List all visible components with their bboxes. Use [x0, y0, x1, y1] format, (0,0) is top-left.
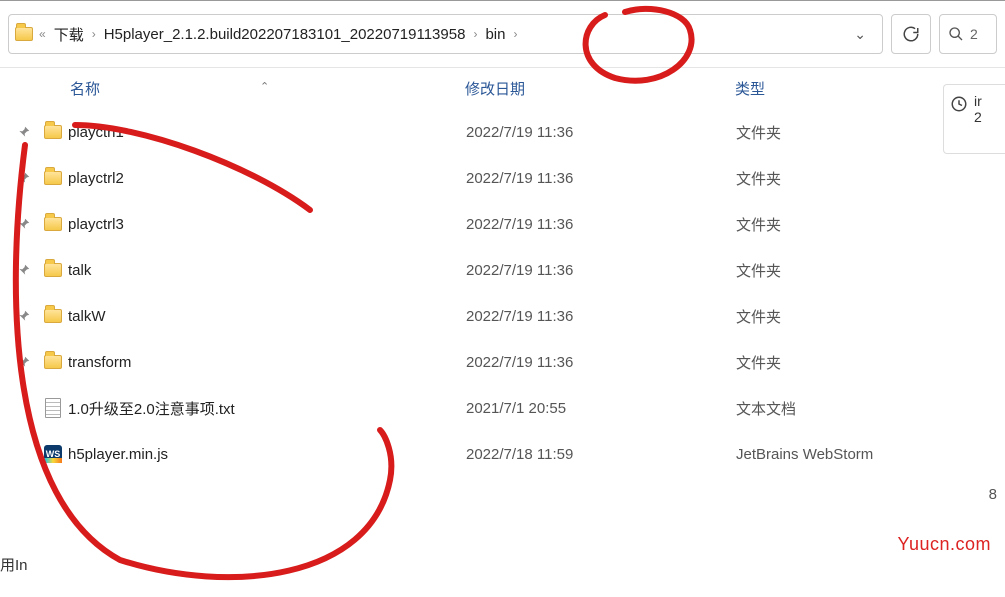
pin-icon	[10, 355, 38, 369]
file-size-partial: 8	[989, 486, 997, 503]
pin-icon	[10, 217, 38, 231]
history-icon	[950, 95, 968, 113]
status-text: 用In	[0, 554, 28, 575]
file-date: 2021/7/1 20:55	[466, 400, 736, 417]
file-date: 2022/7/19 11:36	[466, 262, 736, 279]
file-list: playctrl12022/7/19 11:36文件夹playctrl22022…	[0, 109, 1005, 477]
header-date[interactable]: 修改日期	[465, 78, 735, 99]
chevron-right-icon: ›	[90, 27, 98, 41]
file-row[interactable]: transform2022/7/19 11:36文件夹	[4, 339, 1005, 385]
refresh-icon	[902, 25, 920, 43]
file-name: playctrl3	[68, 216, 466, 233]
pin-icon	[10, 171, 38, 185]
file-date: 2022/7/18 11:59	[466, 446, 736, 463]
file-type: JetBrains WebStorm	[736, 446, 966, 463]
file-name: playctrl1	[68, 124, 466, 141]
breadcrumb-item-downloads[interactable]: 下载	[50, 22, 88, 47]
file-type: 文件夹	[736, 122, 966, 143]
txt-icon	[38, 398, 68, 418]
recent-line1: ir	[974, 93, 982, 109]
sort-indicator-icon: ⌃	[260, 80, 269, 93]
file-name: talkW	[68, 308, 466, 325]
breadcrumb-overflow[interactable]: «	[37, 27, 48, 41]
file-type: 文本文档	[736, 398, 966, 419]
file-type: 文件夹	[736, 168, 966, 189]
pin-icon	[10, 125, 38, 139]
column-headers: 名称 修改日期 类型 ⌃	[0, 68, 1005, 109]
folder-icon	[38, 263, 68, 277]
folder-icon	[38, 125, 68, 139]
file-type: 文件夹	[736, 214, 966, 235]
file-name: transform	[68, 354, 466, 371]
chevron-right-icon: ›	[471, 27, 479, 41]
search-input[interactable]: 2	[939, 14, 997, 54]
file-date: 2022/7/19 11:36	[466, 124, 736, 141]
folder-icon	[38, 355, 68, 369]
file-name: 1.0升级至2.0注意事项.txt	[68, 398, 466, 419]
file-row[interactable]: talk2022/7/19 11:36文件夹	[4, 247, 1005, 293]
folder-icon	[15, 27, 33, 41]
folder-icon	[38, 171, 68, 185]
file-row[interactable]: playctrl22022/7/19 11:36文件夹	[4, 155, 1005, 201]
file-row[interactable]: playctrl32022/7/19 11:36文件夹	[4, 201, 1005, 247]
ws-icon: WS	[38, 445, 68, 463]
watermark: Yuucn.com	[897, 534, 991, 555]
folder-icon	[38, 217, 68, 231]
file-name: h5player.min.js	[68, 446, 466, 463]
file-row[interactable]: talkW2022/7/19 11:36文件夹	[4, 293, 1005, 339]
pin-icon	[10, 401, 38, 415]
chevron-right-icon: ›	[511, 27, 519, 41]
file-date: 2022/7/19 11:36	[466, 308, 736, 325]
recent-panel[interactable]: ir 2	[943, 84, 1005, 154]
refresh-button[interactable]	[891, 14, 931, 54]
search-icon	[948, 26, 964, 42]
breadcrumb-item-h5player[interactable]: H5player_2.1.2.build202207183101_2022071…	[100, 24, 470, 45]
breadcrumb: « 下载 › H5player_2.1.2.build202207183101_…	[37, 22, 844, 47]
file-type: 文件夹	[736, 352, 966, 373]
file-date: 2022/7/19 11:36	[466, 170, 736, 187]
file-name: playctrl2	[68, 170, 466, 187]
chevron-down-icon[interactable]: ⌄	[848, 26, 872, 43]
file-date: 2022/7/19 11:36	[466, 216, 736, 233]
file-type: 文件夹	[736, 260, 966, 281]
file-type: 文件夹	[736, 306, 966, 327]
recent-line2: 2	[974, 109, 982, 125]
pin-icon	[10, 447, 38, 461]
toolbar: « 下载 › H5player_2.1.2.build202207183101_…	[0, 0, 1005, 68]
address-bar[interactable]: « 下载 › H5player_2.1.2.build202207183101_…	[8, 14, 883, 54]
file-date: 2022/7/19 11:36	[466, 354, 736, 371]
folder-icon	[38, 309, 68, 323]
file-row[interactable]: WSh5player.min.js2022/7/18 11:59JetBrain…	[4, 431, 1005, 477]
pin-icon	[10, 263, 38, 277]
search-placeholder: 2	[970, 26, 978, 42]
breadcrumb-item-bin[interactable]: bin	[481, 24, 509, 45]
pin-icon	[10, 309, 38, 323]
file-row[interactable]: playctrl12022/7/19 11:36文件夹	[4, 109, 1005, 155]
file-row[interactable]: 1.0升级至2.0注意事项.txt2021/7/1 20:55文本文档	[4, 385, 1005, 431]
header-type[interactable]: 类型	[735, 78, 955, 99]
file-name: talk	[68, 262, 466, 279]
